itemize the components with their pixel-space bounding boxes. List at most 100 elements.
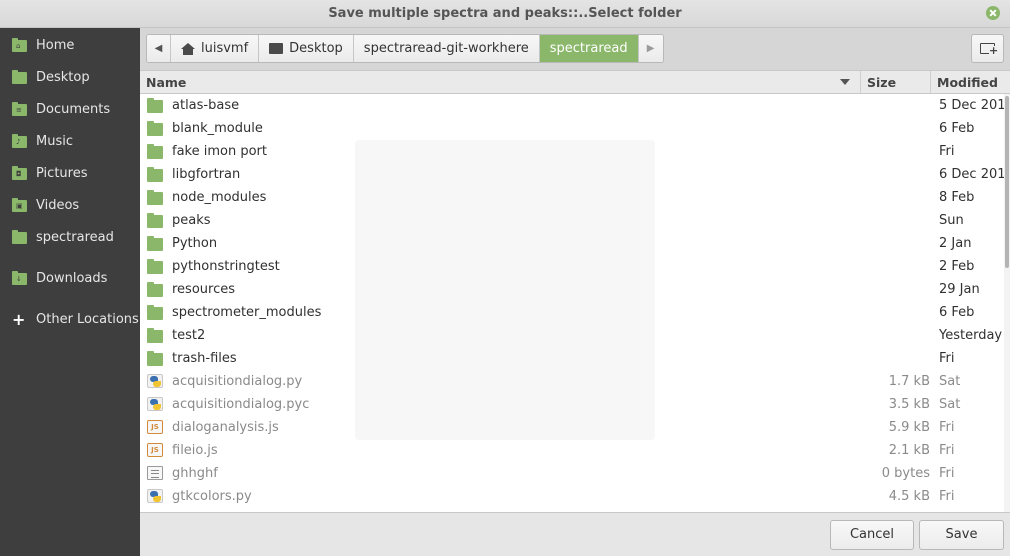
file-modified: Fri bbox=[939, 443, 955, 458]
sidebar-item-music[interactable]: ♪ Music bbox=[0, 129, 140, 155]
column-divider bbox=[930, 71, 931, 93]
file-modified: Fri bbox=[939, 144, 955, 159]
folder-icon bbox=[147, 190, 163, 205]
file-name: resources bbox=[172, 282, 236, 297]
folder-icon bbox=[147, 167, 163, 182]
file-modified: Yesterday bbox=[939, 328, 1003, 343]
folder-download-icon: ↓ bbox=[12, 271, 27, 285]
folder-icon bbox=[147, 328, 163, 343]
file-size: 1.7 kB bbox=[888, 374, 930, 389]
folder-icon bbox=[147, 121, 163, 136]
sidebar-item-desktop[interactable]: Desktop bbox=[0, 65, 140, 91]
file-name: ghhghf bbox=[172, 466, 218, 481]
file-name: acquisitiondialog.pyc bbox=[172, 397, 310, 412]
location-toolbar: ◀ luisvmf Desktop spectraread-git-workhe… bbox=[140, 28, 1010, 70]
sidebar-item-documents[interactable]: ≡ Documents bbox=[0, 97, 140, 123]
folder-pictures-icon: ◘ bbox=[12, 166, 27, 180]
column-size[interactable]: Size bbox=[867, 75, 896, 90]
python-file-icon bbox=[147, 489, 163, 503]
file-modified: Sun bbox=[939, 213, 964, 228]
javascript-file-icon: JS bbox=[147, 420, 163, 434]
file-name: Python bbox=[172, 236, 218, 251]
file-size: 5.9 kB bbox=[888, 420, 930, 435]
file-modified: Fri bbox=[939, 489, 955, 504]
column-header: Name Size Modified bbox=[140, 70, 1010, 94]
file-modified: Fri bbox=[939, 466, 955, 481]
file-size: 4.5 kB bbox=[888, 489, 930, 504]
list-item[interactable]: blank_module 6 Feb bbox=[140, 117, 1006, 140]
sidebar-item-label: Home bbox=[36, 38, 75, 53]
path-scroll-right-button[interactable]: ▶ bbox=[638, 35, 663, 62]
folder-icon bbox=[147, 98, 163, 113]
close-icon[interactable] bbox=[986, 6, 1000, 20]
folder-icon bbox=[147, 305, 163, 320]
file-modified: 6 Feb bbox=[939, 121, 975, 136]
folder-documents-icon: ≡ bbox=[12, 102, 27, 116]
file-modified: Fri bbox=[939, 351, 955, 366]
sidebar-item-label: Music bbox=[36, 134, 73, 149]
path-bar: ◀ luisvmf Desktop spectraread-git-workhe… bbox=[146, 34, 664, 63]
file-modified: Sat bbox=[939, 374, 961, 389]
file-modified: 2 Jan bbox=[939, 236, 972, 251]
scrollbar-thumb[interactable] bbox=[1005, 96, 1009, 268]
file-modified: 6 Feb bbox=[939, 305, 975, 320]
desktop-icon bbox=[269, 43, 284, 54]
action-bar: Cancel Save bbox=[140, 512, 1010, 556]
list-item[interactable]: ghhghf 0 bytes Fri bbox=[140, 462, 1006, 485]
path-segment-workhere[interactable]: spectraread-git-workhere bbox=[353, 35, 540, 62]
file-size: 3.5 kB bbox=[888, 397, 930, 412]
file-name: node_modules bbox=[172, 190, 267, 205]
python-file-icon bbox=[147, 397, 163, 411]
sidebar-item-label: Desktop bbox=[36, 70, 90, 85]
text-file-icon bbox=[147, 466, 163, 480]
python-file-icon bbox=[147, 374, 163, 388]
sidebar-item-label: Pictures bbox=[36, 166, 88, 181]
folder-icon bbox=[147, 259, 163, 274]
new-folder-icon bbox=[980, 43, 999, 56]
path-segment-home[interactable]: luisvmf bbox=[171, 35, 260, 62]
folder-music-icon: ♪ bbox=[12, 134, 27, 148]
path-segment-label: Desktop bbox=[289, 41, 343, 56]
path-segment-label: spectraread bbox=[549, 41, 628, 56]
chevron-right-icon: ▶ bbox=[646, 43, 655, 54]
sidebar-item-videos[interactable]: ▣ Videos bbox=[0, 193, 140, 219]
home-icon bbox=[181, 42, 195, 55]
column-name[interactable]: Name bbox=[146, 75, 186, 90]
file-name: pythonstringtest bbox=[172, 259, 280, 274]
folder-icon bbox=[12, 70, 27, 84]
sidebar-item-label: Documents bbox=[36, 102, 111, 117]
file-modified: 5 Dec 2017 bbox=[939, 98, 1010, 113]
path-scroll-left-button[interactable]: ◀ bbox=[147, 35, 171, 62]
path-segment-label: spectraread-git-workhere bbox=[363, 41, 529, 56]
list-item[interactable]: atlas-base 5 Dec 2017 bbox=[140, 94, 1010, 117]
file-name: gtkcolors.py bbox=[172, 489, 252, 504]
cancel-button[interactable]: Cancel bbox=[830, 520, 914, 550]
column-modified[interactable]: Modified bbox=[937, 75, 998, 90]
file-name: fake imon port bbox=[172, 144, 267, 159]
list-item[interactable]: gtkcolors.py 4.5 kB Fri bbox=[140, 485, 1006, 508]
folder-icon bbox=[147, 351, 163, 366]
file-size: 0 bytes bbox=[881, 466, 930, 481]
plus-icon: + bbox=[12, 310, 26, 329]
sidebar-item-home[interactable]: ⌂ Home bbox=[0, 33, 140, 59]
path-segment-label: luisvmf bbox=[201, 41, 249, 56]
sidebar-item-spectraread[interactable]: spectraread bbox=[0, 225, 140, 251]
file-modified: 29 Jan bbox=[939, 282, 980, 297]
path-segment-current[interactable]: spectraread bbox=[539, 35, 639, 62]
sort-descending-icon bbox=[840, 79, 850, 85]
sidebar-item-other-locations[interactable]: + Other Locations bbox=[0, 307, 140, 333]
path-segment-desktop[interactable]: Desktop bbox=[259, 35, 354, 62]
file-modified: 6 Dec 2017 bbox=[939, 167, 1010, 182]
file-name: blank_module bbox=[172, 121, 263, 136]
file-name: libgfortran bbox=[172, 167, 241, 182]
sidebar-item-label: Downloads bbox=[36, 271, 108, 286]
save-button[interactable]: Save bbox=[919, 520, 1004, 550]
folder-icon bbox=[147, 282, 163, 297]
sidebar-item-downloads[interactable]: ↓ Downloads bbox=[0, 266, 140, 292]
window-title: Save multiple spectra and peaks::..Selec… bbox=[328, 6, 682, 21]
create-folder-button[interactable] bbox=[971, 34, 1004, 63]
sidebar-item-label: Videos bbox=[36, 198, 80, 213]
file-name: peaks bbox=[172, 213, 211, 228]
sidebar-item-pictures[interactable]: ◘ Pictures bbox=[0, 161, 140, 187]
list-item[interactable]: JS fileio.js 2.1 kB Fri bbox=[140, 439, 1006, 462]
